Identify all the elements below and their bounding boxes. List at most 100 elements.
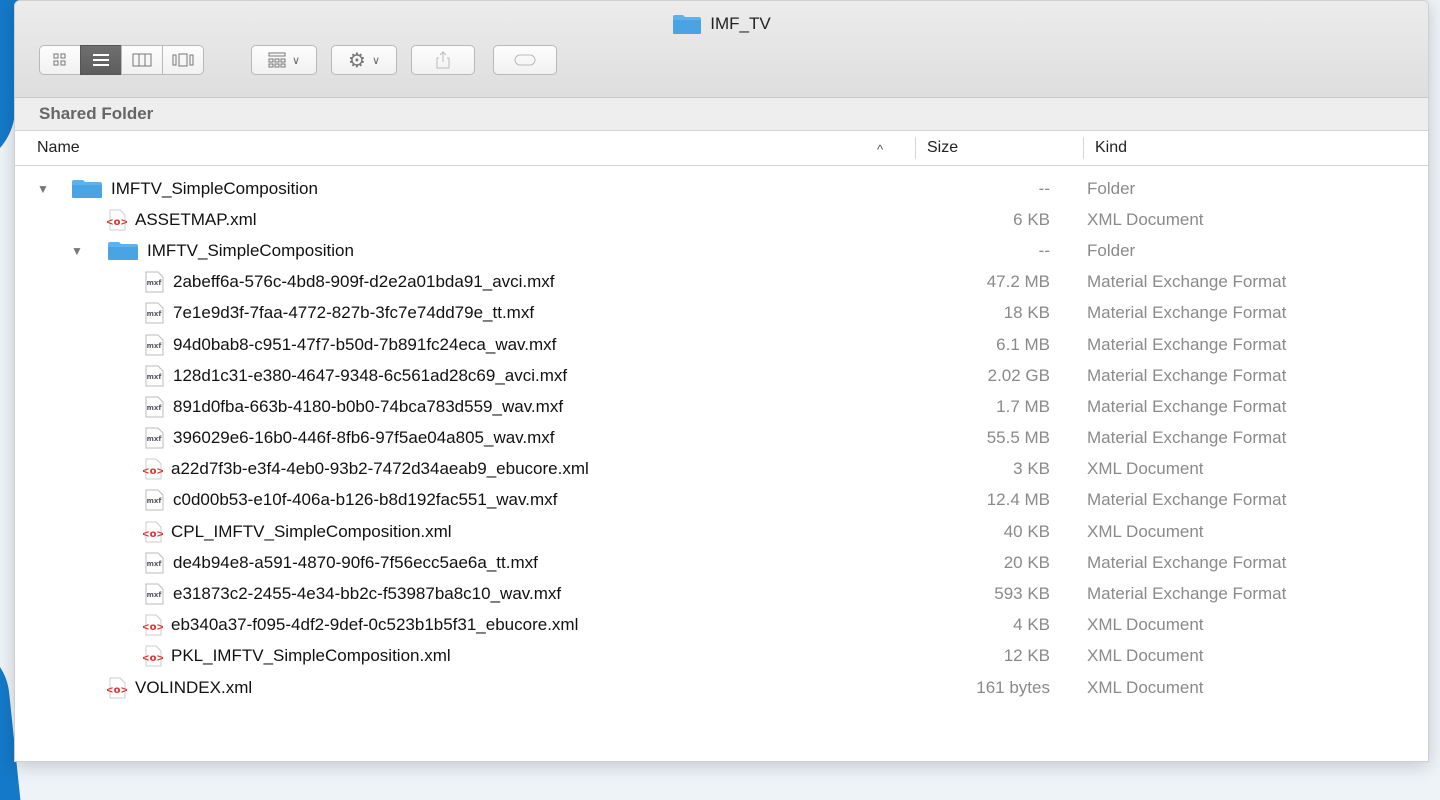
- name-cell: <o> eb340a37-f095-4df2-9def-0c523b1b5f31_…: [143, 614, 578, 636]
- file-name: ASSETMAP.xml: [135, 209, 257, 229]
- folder-row[interactable]: ▼ IMFTV_SimpleComposition -- Folder: [15, 235, 1428, 266]
- list-view-button[interactable]: [80, 45, 122, 75]
- file-row[interactable]: <o> PKL_IMFTV_SimpleComposition.xml 12 KB X…: [15, 641, 1428, 672]
- mxf-icon: mxf: [143, 365, 165, 387]
- name-cell: <o> CPL_IMFTV_SimpleComposition.xml: [143, 521, 452, 543]
- file-size: 18 KB: [1003, 303, 1050, 323]
- file-row[interactable]: <o> CPL_IMFTV_SimpleComposition.xml 40 KB X…: [15, 516, 1428, 547]
- folder-icon: [107, 241, 139, 261]
- file-row[interactable]: <o> ASSETMAP.xml 6 KB XML Document: [15, 204, 1428, 235]
- arrange-button[interactable]: ∨: [251, 45, 317, 75]
- name-cell: mxf 2abeff6a-576c-4bd8-909f-d2e2a01bda91_…: [143, 271, 555, 293]
- file-kind: Material Exchange Format: [1087, 334, 1287, 354]
- file-kind: XML Document: [1087, 615, 1204, 635]
- file-name: 396029e6-16b0-446f-8fb6-97f5ae04a805_wav…: [173, 428, 555, 448]
- svg-text:mxf: mxf: [147, 404, 163, 412]
- file-row[interactable]: mxf 7e1e9d3f-7faa-4772-827b-3fc7e74dd79e_…: [15, 298, 1428, 329]
- file-row[interactable]: mxf 128d1c31-e380-4647-9348-6c561ad28c69_…: [15, 360, 1428, 391]
- toolbar: IMF_TV ∨ ⚙ ∨: [15, 1, 1428, 98]
- svg-text:mxf: mxf: [147, 560, 163, 568]
- file-size: 40 KB: [1003, 521, 1050, 541]
- tags-button[interactable]: [493, 45, 557, 75]
- file-row[interactable]: mxf e31873c2-2455-4e34-bb2c-f53987ba8c10_…: [15, 578, 1428, 609]
- name-cell: <o> a22d7f3b-e3f4-4eb0-93b2-7472d34aeab9_…: [143, 458, 589, 480]
- name-cell: mxf 7e1e9d3f-7faa-4772-827b-3fc7e74dd79e_…: [143, 302, 534, 324]
- share-button[interactable]: [411, 45, 475, 75]
- cover-flow-button[interactable]: [162, 45, 204, 75]
- disclosure-triangle-icon[interactable]: ▼: [71, 244, 83, 258]
- sort-ascending-icon: ^: [877, 142, 884, 157]
- share-group: [411, 45, 475, 77]
- list-icon: [93, 54, 109, 66]
- view-mode-segmented: [39, 45, 204, 77]
- column-divider[interactable]: [1083, 137, 1084, 159]
- file-name: 2abeff6a-576c-4bd8-909f-d2e2a01bda91_avc…: [173, 272, 555, 292]
- file-size: --: [1038, 240, 1050, 260]
- action-button[interactable]: ⚙ ∨: [331, 45, 397, 75]
- file-row[interactable]: <o> eb340a37-f095-4df2-9def-0c523b1b5f31_…: [15, 610, 1428, 641]
- column-view-button[interactable]: [121, 45, 163, 75]
- svg-text:mxf: mxf: [147, 591, 163, 599]
- name-cell: <o> ASSETMAP.xml: [107, 209, 257, 231]
- file-name: 128d1c31-e380-4647-9348-6c561ad28c69_avc…: [173, 365, 568, 385]
- file-row[interactable]: <o> VOLINDEX.xml 161 bytes XML Document: [15, 672, 1428, 703]
- file-kind: XML Document: [1087, 209, 1204, 229]
- file-row[interactable]: mxf 94d0bab8-c951-47f7-b50d-7b891fc24eca_…: [15, 329, 1428, 360]
- file-kind: Material Exchange Format: [1087, 272, 1287, 292]
- path-bar: Shared Folder: [15, 98, 1428, 131]
- arrange-icon: [268, 52, 286, 68]
- icon-view-button[interactable]: [39, 45, 81, 75]
- chevron-down-icon: ∨: [371, 54, 380, 67]
- file-list: ▼ IMFTV_SimpleComposition -- Folder <o> ASSET…: [15, 166, 1428, 703]
- columns-icon: [132, 53, 152, 67]
- svg-text:mxf: mxf: [147, 310, 163, 318]
- size-column-header[interactable]: Size: [927, 139, 958, 157]
- tag-icon: [514, 54, 536, 66]
- name-cell: mxf 396029e6-16b0-446f-8fb6-97f5ae04a805_…: [143, 427, 555, 449]
- file-name: IMFTV_SimpleComposition: [111, 178, 318, 198]
- file-row[interactable]: mxf 2abeff6a-576c-4bd8-909f-d2e2a01bda91_…: [15, 267, 1428, 298]
- folder-row[interactable]: ▼ IMFTV_SimpleComposition -- Folder: [15, 173, 1428, 204]
- file-kind: XML Document: [1087, 459, 1204, 479]
- name-cell: IMFTV_SimpleComposition: [107, 241, 354, 261]
- window-title: IMF_TV: [15, 13, 1428, 35]
- name-column-header[interactable]: Name: [37, 139, 80, 157]
- svg-text:mxf: mxf: [147, 497, 163, 505]
- xml-icon: <o>: [143, 521, 163, 543]
- name-cell: <o> VOLINDEX.xml: [107, 677, 252, 699]
- mxf-icon: mxf: [143, 583, 165, 605]
- path-bar-label: Shared Folder: [39, 104, 154, 123]
- gear-icon: ⚙: [348, 49, 366, 72]
- file-size: 20 KB: [1003, 552, 1050, 572]
- file-name: eb340a37-f095-4df2-9def-0c523b1b5f31_ebu…: [171, 615, 579, 635]
- file-kind: Material Exchange Format: [1087, 428, 1287, 448]
- svg-text:mxf: mxf: [147, 342, 163, 350]
- file-size: 55.5 MB: [986, 428, 1050, 448]
- mxf-icon: mxf: [143, 396, 165, 418]
- file-size: 161 bytes: [976, 677, 1050, 697]
- file-row[interactable]: mxf 396029e6-16b0-446f-8fb6-97f5ae04a805_…: [15, 423, 1428, 454]
- cover-flow-icon: [172, 53, 194, 67]
- file-name: CPL_IMFTV_SimpleComposition.xml: [171, 521, 452, 541]
- file-kind: Material Exchange Format: [1087, 365, 1287, 385]
- file-kind: Material Exchange Format: [1087, 552, 1287, 572]
- file-row[interactable]: <o> a22d7f3b-e3f4-4eb0-93b2-7472d34aeab9_…: [15, 454, 1428, 485]
- column-divider[interactable]: [915, 137, 916, 159]
- kind-column-header[interactable]: Kind: [1095, 139, 1127, 157]
- grid-icon: [53, 53, 66, 66]
- share-icon: [436, 51, 450, 69]
- file-kind: XML Document: [1087, 677, 1204, 697]
- mxf-icon: mxf: [143, 427, 165, 449]
- chevron-down-icon: ∨: [291, 54, 301, 67]
- file-name: 7e1e9d3f-7faa-4772-827b-3fc7e74dd79e_tt.…: [173, 303, 535, 323]
- file-row[interactable]: mxf de4b94e8-a591-4870-90f6-7f56ecc5ae6a_…: [15, 547, 1428, 578]
- file-name: VOLINDEX.xml: [135, 677, 253, 697]
- file-row[interactable]: mxf c0d00b53-e10f-406a-b126-b8d192fac551_…: [15, 485, 1428, 516]
- folder-icon: [673, 15, 702, 34]
- xml-icon: <o>: [143, 458, 163, 480]
- svg-text:mxf: mxf: [147, 435, 163, 443]
- svg-text:mxf: mxf: [147, 373, 163, 381]
- disclosure-triangle-icon[interactable]: ▼: [37, 182, 49, 196]
- file-row[interactable]: mxf 891d0fba-663b-4180-b0b0-74bca783d559_…: [15, 391, 1428, 422]
- action-group: ⚙ ∨: [331, 45, 397, 77]
